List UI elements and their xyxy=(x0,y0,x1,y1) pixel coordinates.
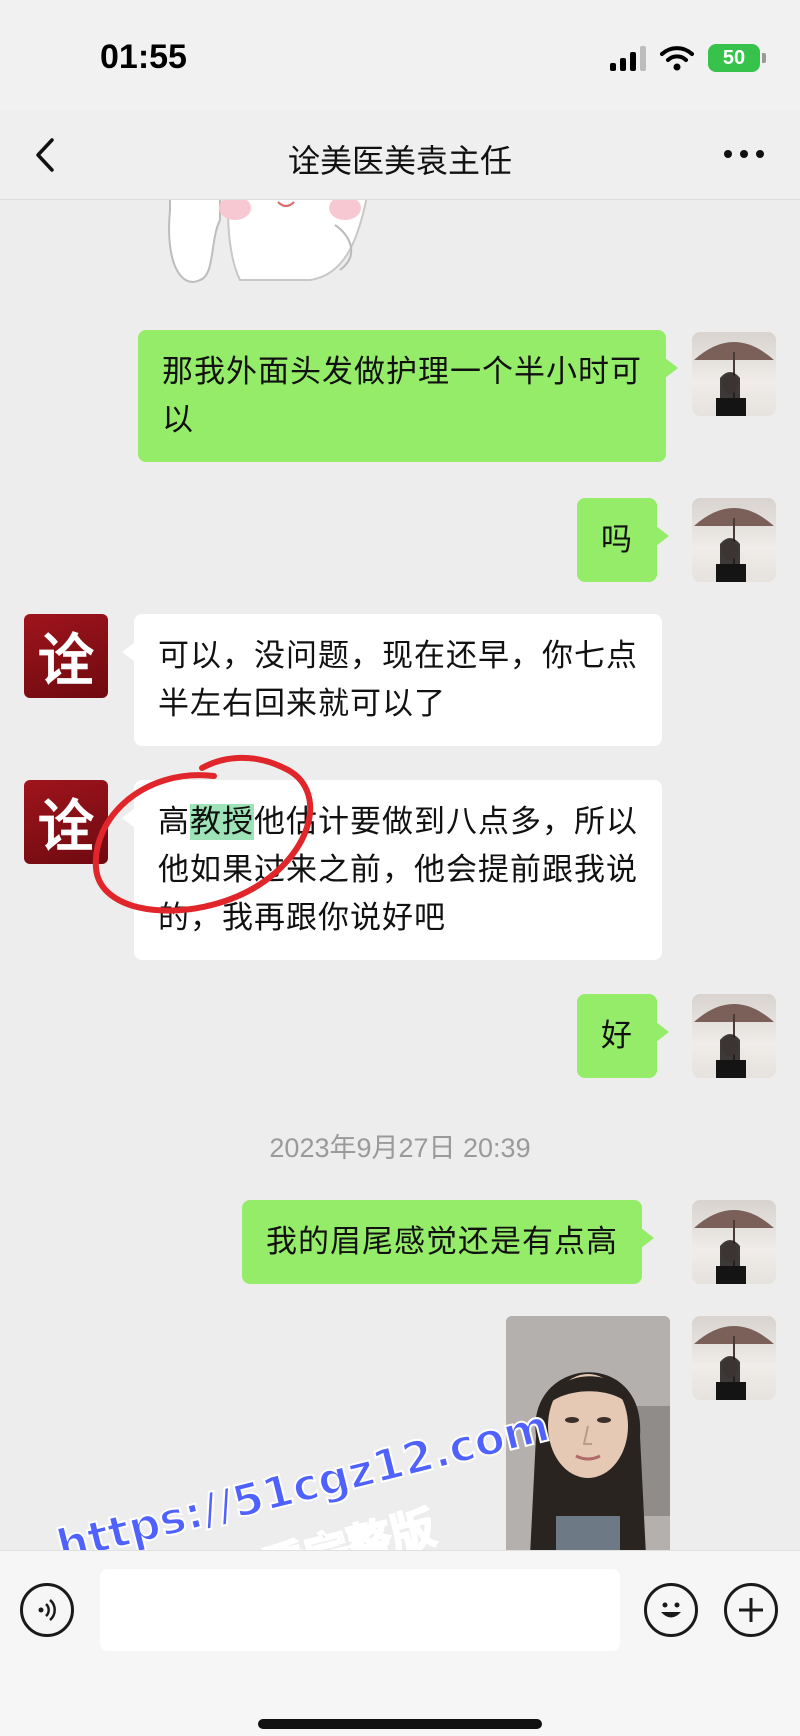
home-indicator[interactable] xyxy=(258,1719,542,1729)
nav-bar: 诠美医美袁主任 xyxy=(0,110,800,200)
photo-message[interactable] xyxy=(506,1316,670,1550)
avatar[interactable] xyxy=(692,332,776,416)
more-dot-icon xyxy=(724,150,732,158)
smiley-icon xyxy=(661,1602,681,1618)
bunny-sticker[interactable] xyxy=(160,200,390,300)
avatar[interactable] xyxy=(692,994,776,1078)
umbrella-avatar-icon xyxy=(694,1004,774,1078)
status-time: 01:55 xyxy=(100,38,187,76)
message-bubble-incoming[interactable]: 可以，没问题，现在还早，你七点半左右回来就可以了 xyxy=(122,614,662,746)
chat-title: 诠美医美袁主任 xyxy=(287,142,512,180)
chat-timestamp: 2023年9月27日 20:39 xyxy=(269,1133,531,1163)
message-text: 我的眉尾感觉还是有点高 xyxy=(266,1224,618,1260)
voice-icon xyxy=(38,1599,56,1621)
message-text: 可以，没问题，现在还早，你七点半左右回来就可以了 xyxy=(158,638,638,722)
umbrella-avatar-icon xyxy=(694,1210,774,1284)
input-bar xyxy=(0,1550,800,1736)
status-bar: 01:55 50 xyxy=(0,0,800,110)
more-dot-icon xyxy=(740,150,748,158)
umbrella-avatar-icon xyxy=(694,508,774,582)
message-bubble-outgoing[interactable]: 那我外面头发做护理一个半小时可以 xyxy=(138,330,678,462)
avatar[interactable] xyxy=(692,498,776,582)
message-text: 吗 xyxy=(601,522,633,558)
battery-icon: 50 xyxy=(708,44,766,72)
message-bubble-outgoing[interactable]: 好 xyxy=(577,994,669,1078)
status-icons: 50 xyxy=(610,44,766,72)
message-input[interactable] xyxy=(100,1569,620,1651)
avatar[interactable] xyxy=(692,1316,776,1400)
chat-area[interactable]: 那我外面头发做护理一个半小时可以 吗 诠 可以，没问题，现在还早，你七点半左右回… xyxy=(0,200,800,1550)
emoji-button[interactable] xyxy=(644,1583,698,1637)
red-circle-annotation xyxy=(92,754,313,914)
message-text: 好 xyxy=(601,1018,633,1054)
contact-avatar[interactable]: 诠 xyxy=(24,614,108,698)
message-bubble-outgoing[interactable]: 吗 xyxy=(577,498,669,582)
more-dot-icon xyxy=(756,150,764,158)
umbrella-avatar-icon xyxy=(694,342,774,416)
more-options-button[interactable] xyxy=(724,150,764,158)
umbrella-avatar-icon xyxy=(694,1326,774,1400)
face-photo xyxy=(506,1316,670,1550)
message-text: 那我外面头发做护理一个半小时可以 xyxy=(162,354,642,438)
voice-button[interactable] xyxy=(20,1583,74,1637)
avatar[interactable] xyxy=(692,1200,776,1284)
battery-level: 50 xyxy=(722,46,746,69)
plus-button[interactable] xyxy=(724,1583,778,1637)
signal-icon xyxy=(610,45,646,71)
contact-avatar-char: 诠 xyxy=(38,628,94,694)
wifi-icon xyxy=(660,46,694,71)
plus-icon xyxy=(739,1598,763,1622)
message-bubble-outgoing[interactable]: 我的眉尾感觉还是有点高 xyxy=(242,1200,654,1284)
